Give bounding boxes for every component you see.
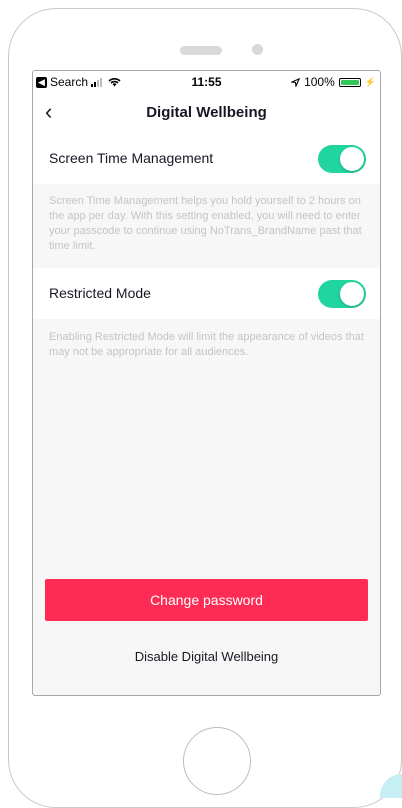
status-right: 100% ⚡ <box>291 75 376 89</box>
page-title: Digital Wellbeing <box>146 104 267 121</box>
home-button[interactable] <box>183 727 251 795</box>
setting-label: Restricted Mode <box>49 285 151 301</box>
charging-icon: ⚡ <box>364 76 376 87</box>
speaker-grille <box>180 46 222 55</box>
restricted-mode-toggle[interactable] <box>318 280 366 308</box>
screen-time-toggle[interactable] <box>318 145 366 173</box>
app-screen: ◀ Search 11:55 100% ⚡ ‹ Digital Wellbein… <box>32 70 381 696</box>
battery-icon <box>338 77 361 87</box>
status-bar: ◀ Search 11:55 100% ⚡ <box>33 71 380 93</box>
restricted-mode-description: Enabling Restricted Mode will limit the … <box>33 319 380 374</box>
battery-percent: 100% <box>304 75 335 89</box>
change-password-button[interactable]: Change password <box>45 579 368 621</box>
front-camera <box>252 44 263 55</box>
toggle-knob <box>340 147 364 171</box>
setting-row-restricted-mode: Restricted Mode <box>33 268 380 319</box>
toggle-knob <box>340 282 364 306</box>
screen-time-description: Screen Time Management helps you hold yo… <box>33 184 380 268</box>
setting-label: Screen Time Management <box>49 150 214 166</box>
setting-row-screen-time: Screen Time Management <box>33 133 380 184</box>
nav-bar: ‹ Digital Wellbeing <box>33 93 380 133</box>
battery-fill <box>340 79 359 85</box>
disable-digital-wellbeing-button[interactable]: Disable Digital Wellbeing <box>33 649 380 664</box>
location-arrow-icon <box>291 77 301 87</box>
